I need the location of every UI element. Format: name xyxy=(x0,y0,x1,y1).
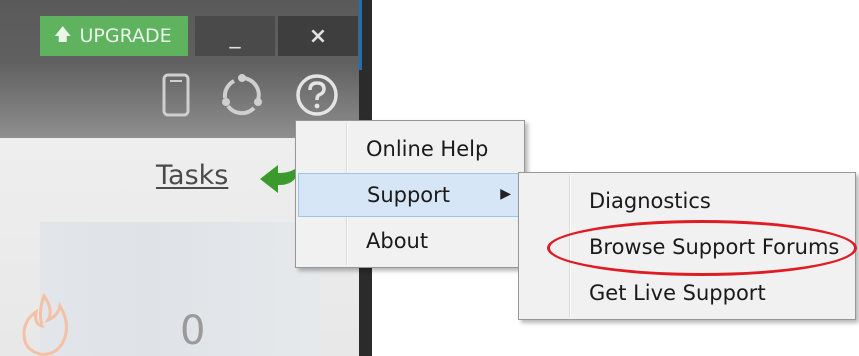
menu-item-label: Get Live Support xyxy=(589,281,766,305)
submenu-item-get-live-support[interactable]: Get Live Support xyxy=(521,271,853,315)
menu-item-about[interactable]: About xyxy=(298,219,522,263)
submenu-item-diagnostics[interactable]: Diagnostics xyxy=(521,179,853,223)
menu-item-label: Support xyxy=(367,183,451,207)
annotation-ellipse xyxy=(547,220,857,276)
menu-item-online-help[interactable]: Online Help xyxy=(298,127,522,171)
menu-item-label: About xyxy=(366,229,429,253)
menu-item-label: Online Help xyxy=(366,137,489,161)
upgrade-label: UPGRADE xyxy=(79,25,172,47)
tasks-link[interactable]: Tasks xyxy=(156,160,228,191)
close-button[interactable]: × xyxy=(278,16,358,56)
flame-icon xyxy=(22,292,68,356)
help-context-menu: Online Help Support ▶ About xyxy=(295,120,525,268)
submenu-arrow-icon: ▶ xyxy=(500,186,511,202)
help-icon[interactable] xyxy=(293,72,341,118)
upgrade-button[interactable]: 🡅 UPGRADE xyxy=(40,16,188,56)
arrow-up-icon: 🡅 xyxy=(54,24,72,45)
count-value: 0 xyxy=(180,308,206,354)
menu-item-label: Diagnostics xyxy=(589,189,711,213)
minimize-button[interactable]: _ xyxy=(195,16,275,56)
sync-icon[interactable] xyxy=(218,72,266,118)
title-bar: 🡅 UPGRADE _ × xyxy=(0,0,359,138)
menu-item-support[interactable]: Support ▶ xyxy=(298,173,522,217)
phone-icon[interactable] xyxy=(158,72,194,118)
